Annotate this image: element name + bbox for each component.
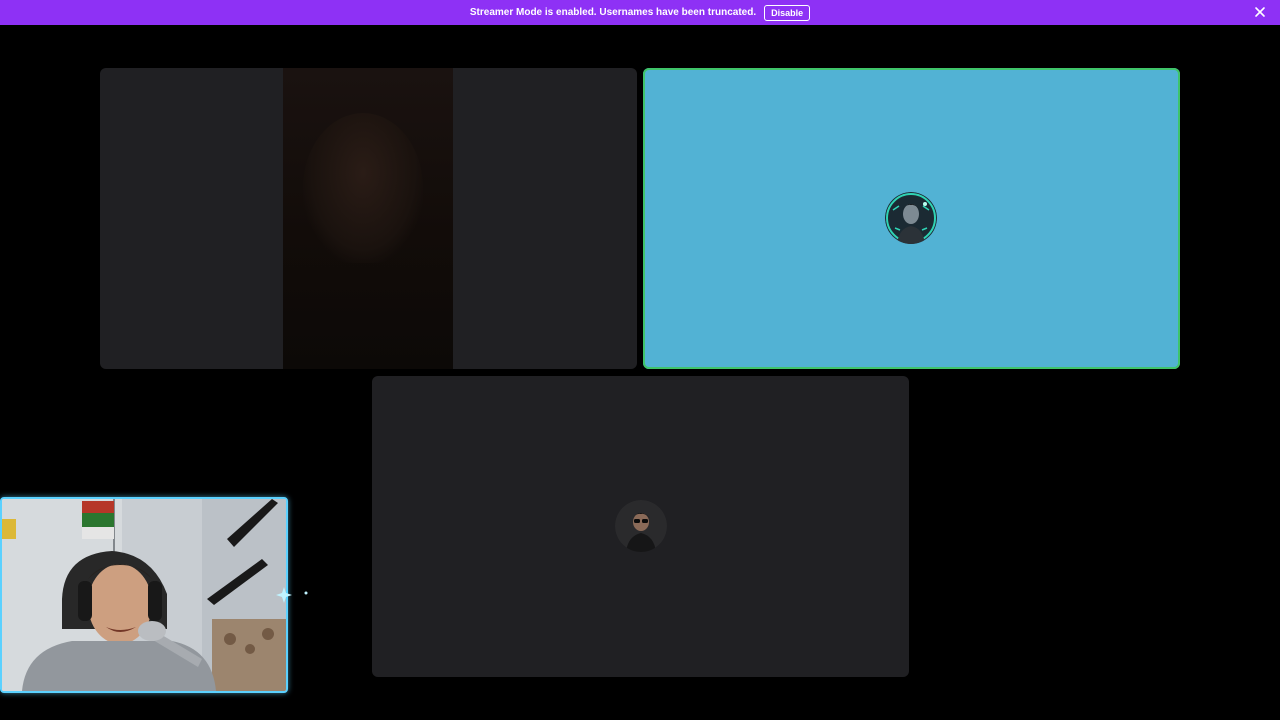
streamer-webcam-overlay (0, 497, 288, 693)
participant-tile-speaking[interactable] (643, 68, 1180, 369)
streamer-mode-message: Streamer Mode is enabled. Usernames have… (469, 7, 757, 18)
participant-avatar (615, 500, 667, 552)
sparkle-icon (276, 587, 308, 603)
streamer-mode-banner: Streamer Mode is enabled. Usernames have… (0, 0, 1280, 25)
participant-camera-video (283, 68, 453, 369)
participant-tile-video[interactable] (100, 68, 637, 369)
participant-avatar (885, 192, 937, 244)
close-icon[interactable] (1253, 5, 1267, 19)
streamer-webcam-image (2, 499, 286, 691)
participant-video-silhouette (303, 113, 423, 263)
disable-streamer-mode-button[interactable]: Disable (764, 4, 811, 21)
participant-tile[interactable] (372, 376, 909, 677)
